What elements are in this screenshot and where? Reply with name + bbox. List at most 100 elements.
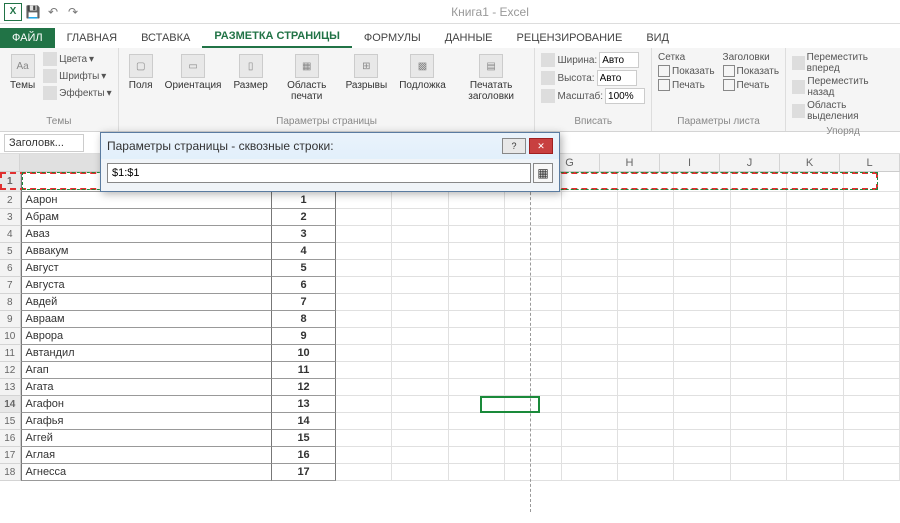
cell[interactable] [336, 362, 392, 379]
cell[interactable]: 14 [272, 413, 336, 430]
tab-insert[interactable]: ВСТАВКА [129, 28, 202, 48]
cell[interactable]: Агафон [21, 396, 273, 413]
cell[interactable] [392, 243, 448, 260]
cell[interactable]: 16 [272, 447, 336, 464]
rows-to-repeat-input[interactable] [107, 163, 531, 183]
page-setup-dialog[interactable]: Параметры страницы - сквозные строки: ? … [100, 132, 560, 192]
row-header[interactable]: 15 [0, 413, 21, 430]
scale-input[interactable] [605, 88, 645, 104]
cell[interactable] [618, 209, 674, 226]
cell[interactable] [787, 192, 843, 209]
cell[interactable] [449, 328, 505, 345]
cell[interactable] [844, 243, 900, 260]
cell[interactable] [731, 396, 787, 413]
cell[interactable] [787, 209, 843, 226]
print-titles-button[interactable]: ▤Печатать заголовки [454, 52, 529, 104]
cell[interactable] [336, 243, 392, 260]
cell[interactable] [844, 447, 900, 464]
breaks-button[interactable]: ⊞Разрывы [342, 52, 392, 104]
cell[interactable] [505, 396, 561, 413]
cell[interactable] [392, 430, 448, 447]
cell[interactable] [562, 226, 618, 243]
cell[interactable] [787, 260, 843, 277]
cell[interactable] [844, 430, 900, 447]
cell[interactable] [731, 362, 787, 379]
cell[interactable] [618, 192, 674, 209]
cell[interactable] [449, 226, 505, 243]
row-header[interactable]: 1 [0, 172, 21, 192]
cell[interactable] [392, 226, 448, 243]
cell[interactable] [562, 396, 618, 413]
cell[interactable] [336, 311, 392, 328]
tab-view[interactable]: ВИД [634, 28, 681, 48]
cell[interactable] [562, 447, 618, 464]
cell[interactable] [731, 226, 787, 243]
col-header[interactable]: H [600, 154, 660, 171]
tab-file[interactable]: ФАЙЛ [0, 28, 55, 48]
cell[interactable]: 7 [272, 294, 336, 311]
cell[interactable] [787, 430, 843, 447]
cell[interactable] [618, 345, 674, 362]
cell[interactable] [844, 379, 900, 396]
headings-view-check[interactable]: Показать [723, 65, 780, 77]
print-area-button[interactable]: ▦Область печати [276, 52, 338, 104]
cell[interactable] [449, 294, 505, 311]
cell[interactable]: Агафья [21, 413, 273, 430]
cell[interactable] [562, 328, 618, 345]
width-input[interactable] [599, 52, 639, 68]
cell[interactable] [505, 447, 561, 464]
orientation-button[interactable]: ▭Ориентация [161, 52, 226, 104]
cell[interactable] [787, 396, 843, 413]
row-header[interactable]: 14 [0, 396, 21, 413]
cell[interactable] [449, 260, 505, 277]
cell[interactable] [505, 328, 561, 345]
cell[interactable] [674, 172, 730, 192]
send-backward-button[interactable]: Переместить назад [792, 76, 894, 98]
cell[interactable] [731, 464, 787, 481]
cell[interactable] [336, 277, 392, 294]
background-button[interactable]: ▩Подложка [395, 52, 450, 104]
cell[interactable] [505, 277, 561, 294]
dialog-close-button[interactable]: ✕ [529, 138, 553, 154]
cell[interactable]: Аврора [21, 328, 273, 345]
cell[interactable] [844, 362, 900, 379]
cell[interactable]: 1 [272, 192, 336, 209]
cell[interactable] [674, 379, 730, 396]
cell[interactable]: Аваз [21, 226, 273, 243]
save-icon[interactable]: 💾 [24, 3, 42, 21]
cell[interactable] [392, 294, 448, 311]
cell[interactable] [787, 226, 843, 243]
cell[interactable] [674, 396, 730, 413]
tab-page-layout[interactable]: РАЗМЕТКА СТРАНИЦЫ [202, 26, 352, 48]
name-box[interactable]: Заголовк... [4, 134, 84, 152]
cell[interactable] [787, 362, 843, 379]
cell[interactable] [787, 413, 843, 430]
cell[interactable] [787, 379, 843, 396]
selection-pane-button[interactable]: Область выделения [792, 100, 894, 122]
cell[interactable] [731, 447, 787, 464]
cell[interactable] [844, 345, 900, 362]
cell[interactable] [844, 172, 900, 192]
cell[interactable] [449, 277, 505, 294]
cell[interactable] [562, 464, 618, 481]
cell[interactable] [392, 328, 448, 345]
cell[interactable] [844, 413, 900, 430]
cell[interactable] [844, 396, 900, 413]
dialog-help-button[interactable]: ? [502, 138, 526, 154]
cell[interactable]: 12 [272, 379, 336, 396]
cell[interactable]: 5 [272, 260, 336, 277]
row-header[interactable]: 18 [0, 464, 21, 481]
cell[interactable]: 10 [272, 345, 336, 362]
cell[interactable]: Аггей [21, 430, 273, 447]
cell[interactable] [618, 277, 674, 294]
cell[interactable] [618, 243, 674, 260]
col-header[interactable]: K [780, 154, 840, 171]
cell[interactable] [618, 413, 674, 430]
cell[interactable] [787, 328, 843, 345]
cell[interactable] [505, 430, 561, 447]
cell[interactable] [618, 328, 674, 345]
cell[interactable] [674, 192, 730, 209]
cell[interactable] [787, 345, 843, 362]
cell[interactable] [674, 260, 730, 277]
cell[interactable] [674, 328, 730, 345]
